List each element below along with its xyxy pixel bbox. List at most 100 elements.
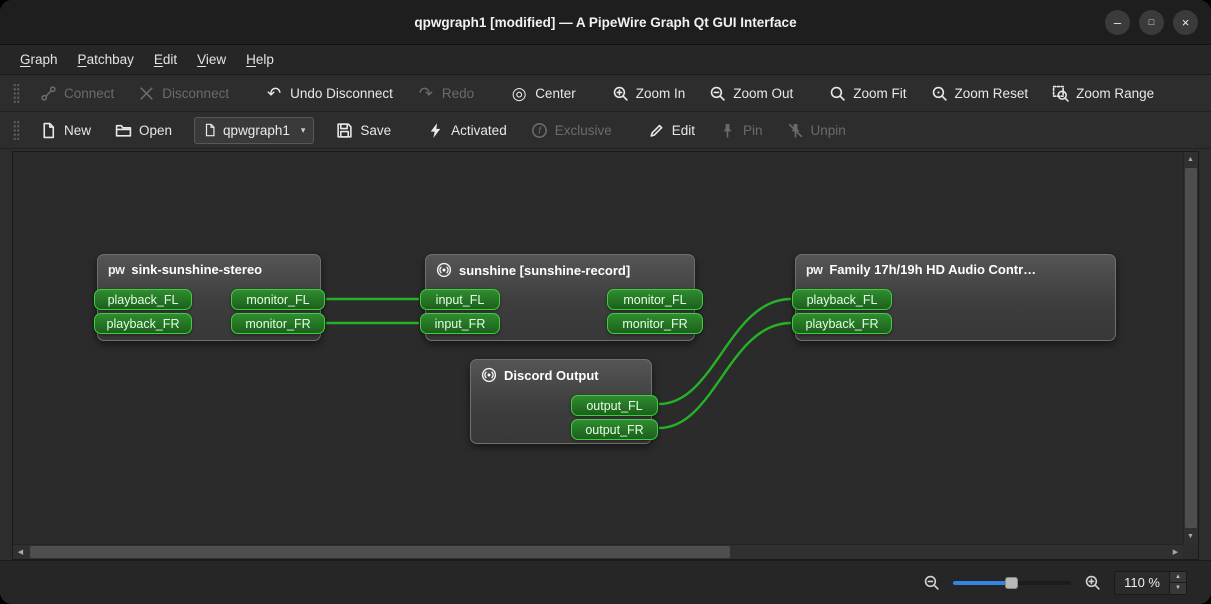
port-playback-fl[interactable]: playback_FL — [94, 289, 192, 310]
close-button[interactable]: × — [1173, 9, 1198, 35]
toolbar-drag-handle[interactable] — [13, 120, 20, 140]
exclusive-icon: f — [531, 122, 547, 138]
pencil-icon — [650, 124, 663, 137]
graph-canvas-area: pw sink-sunshine-stereo playback_FL play… — [12, 151, 1199, 560]
zoom-spin-up-button[interactable]: ▲ — [1170, 571, 1186, 583]
port-monitor-fl[interactable]: monitor_FL — [231, 289, 325, 310]
scroll-left-button[interactable]: ◀ — [13, 544, 28, 559]
minimize-button[interactable]: – — [1105, 9, 1130, 35]
center-icon: ◎ — [511, 83, 527, 103]
pin-button[interactable]: Pin — [708, 115, 774, 145]
scroll-down-button[interactable]: ▼ — [1183, 529, 1198, 544]
horizontal-scrollbar-thumb[interactable] — [30, 546, 730, 558]
zoom-range-button[interactable]: Zoom Range — [1041, 78, 1165, 108]
titlebar[interactable]: qpwgraph1 [modified] — A PipeWire Graph … — [0, 0, 1211, 45]
port-playback-fr[interactable]: playback_FR — [94, 313, 192, 334]
open-button[interactable]: Open — [104, 115, 183, 145]
scroll-up-icon: ▲ — [1187, 156, 1194, 163]
scroll-down-icon: ▼ — [1187, 533, 1194, 540]
undo-disconnect-button[interactable]: ↶ Undo Disconnect — [254, 78, 404, 108]
menu-patchbay[interactable]: Patchbay — [68, 45, 144, 74]
horizontal-scrollbar[interactable]: ◀ ▶ — [13, 544, 1183, 559]
save-button[interactable]: Save — [325, 115, 402, 145]
toolbar-patchbay: New Open qpwgraph1 ▾ Save Activated f Ex… — [0, 112, 1211, 149]
node-family-hd-audio-controller[interactable]: pw Family 17h/19h HD Audio Contr… playba… — [792, 254, 1116, 341]
center-button[interactable]: ◎ Center — [499, 78, 587, 108]
window-title: qpwgraph1 [modified] — A PipeWire Graph … — [414, 14, 797, 30]
unpin-icon — [788, 123, 802, 138]
scroll-right-icon: ▶ — [1172, 548, 1179, 556]
exclusive-toggle[interactable]: f Exclusive — [520, 115, 623, 145]
scrollbar-corner — [1183, 544, 1198, 559]
statusbar: 110 % ▲ ▼ — [0, 560, 1211, 604]
vertical-scrollbar-thumb[interactable] — [1185, 168, 1197, 528]
menubar: Graph Patchbay Edit View Help — [0, 45, 1211, 75]
spin-down-icon: ▼ — [1175, 585, 1181, 592]
new-button[interactable]: New — [29, 115, 102, 145]
zoom-in-indicator-icon — [1085, 575, 1100, 590]
save-icon — [337, 122, 353, 138]
node-title: sink-sunshine-stereo — [131, 262, 263, 277]
patchbay-selector-combo[interactable]: qpwgraph1 ▾ — [194, 116, 315, 144]
port-playback-fl[interactable]: playback_FL — [792, 289, 892, 310]
node-title: sunshine [sunshine-record] — [459, 262, 631, 278]
audio-node-icon — [481, 367, 497, 383]
node-title: Discord Output — [504, 367, 599, 383]
scroll-right-button[interactable]: ▶ — [1168, 544, 1183, 559]
menu-help[interactable]: Help — [236, 45, 284, 74]
port-monitor-fl[interactable]: monitor_FL — [607, 289, 703, 310]
zoom-fit-button[interactable]: Zoom Fit — [818, 78, 917, 108]
menu-edit[interactable]: Edit — [144, 45, 187, 74]
vertical-scrollbar[interactable]: ▲ ▼ — [1183, 152, 1198, 544]
toolbar-main: Connect Disconnect ↶ Undo Disconnect ↷ R… — [0, 75, 1211, 112]
port-input-fr[interactable]: input_FR — [420, 313, 500, 334]
maximize-button[interactable]: □ — [1139, 9, 1164, 35]
zoom-reset-icon — [932, 86, 947, 101]
zoom-spin-down-button[interactable]: ▼ — [1170, 583, 1186, 594]
port-playback-fr[interactable]: playback_FR — [792, 313, 892, 334]
node-discord-output[interactable]: Discord Output output_FL output_FR — [470, 359, 658, 444]
pipewire-icon: pw — [108, 262, 125, 277]
port-monitor-fr[interactable]: monitor_FR — [231, 313, 325, 334]
pipewire-icon: pw — [806, 262, 823, 277]
zoom-slider-handle[interactable] — [1005, 576, 1019, 589]
port-output-fr[interactable]: output_FR — [571, 419, 658, 440]
menu-view[interactable]: View — [187, 45, 236, 74]
pin-icon — [723, 123, 732, 138]
patchbay-file-icon — [205, 123, 215, 137]
window-controls: – □ × — [1105, 0, 1198, 44]
new-document-icon — [43, 122, 55, 138]
redo-icon: ↷ — [418, 83, 434, 103]
redo-button[interactable]: ↷ Redo — [406, 78, 485, 108]
connect-button[interactable]: Connect — [29, 78, 125, 108]
zoom-slider[interactable] — [953, 576, 1072, 590]
scroll-left-icon: ◀ — [17, 548, 24, 556]
spin-up-icon: ▲ — [1175, 573, 1181, 580]
unpin-button[interactable]: Unpin — [776, 115, 857, 145]
lightning-bolt-icon — [430, 122, 441, 138]
close-icon: × — [1181, 14, 1190, 30]
edit-button[interactable]: Edit — [637, 115, 706, 145]
maximize-icon: □ — [1148, 16, 1155, 27]
disconnect-button[interactable]: Disconnect — [127, 78, 240, 108]
node-sink-sunshine-stereo[interactable]: pw sink-sunshine-stereo playback_FL play… — [94, 254, 325, 341]
qpwgraph-window: qpwgraph1 [modified] — A PipeWire Graph … — [0, 0, 1211, 604]
minimize-icon: – — [1113, 14, 1122, 30]
zoom-out-button[interactable]: Zoom Out — [698, 78, 804, 108]
node-sunshine-record[interactable]: sunshine [sunshine-record] input_FL inpu… — [420, 254, 703, 341]
port-input-fl[interactable]: input_FL — [420, 289, 500, 310]
zoom-in-button[interactable]: Zoom In — [601, 78, 697, 108]
toolbar-drag-handle[interactable] — [13, 83, 20, 103]
svg-text:f: f — [538, 125, 542, 136]
graph-canvas[interactable]: pw sink-sunshine-stereo playback_FL play… — [13, 152, 1183, 544]
activated-toggle[interactable]: Activated — [416, 115, 518, 145]
zoom-out-indicator-icon — [924, 575, 939, 590]
port-output-fl[interactable]: output_FL — [571, 395, 658, 416]
zoom-percent-spinbox[interactable]: 110 % ▲ ▼ — [1114, 570, 1187, 595]
connections-layer — [325, 297, 792, 430]
zoom-reset-button[interactable]: Zoom Reset — [920, 78, 1040, 108]
menu-graph[interactable]: Graph — [10, 45, 68, 74]
scroll-up-button[interactable]: ▲ — [1183, 152, 1198, 167]
port-monitor-fr[interactable]: monitor_FR — [607, 313, 703, 334]
connect-icon — [41, 85, 56, 101]
